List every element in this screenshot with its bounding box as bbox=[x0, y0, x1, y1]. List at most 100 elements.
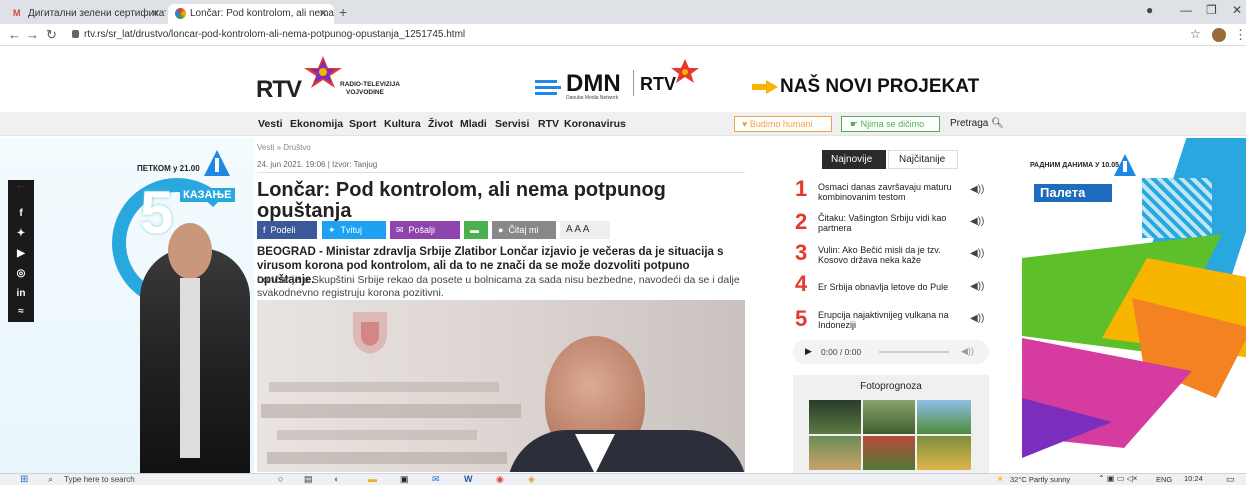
back-arrow-icon[interactable]: ← bbox=[14, 176, 28, 192]
right-banner[interactable]: РАДНИМ ДАНИМА У 10.05 Палета bbox=[1022, 138, 1246, 473]
font-size-control[interactable]: A A A bbox=[560, 221, 610, 239]
linkedin-icon[interactable]: in bbox=[14, 288, 28, 302]
play-icon[interactable]: ▶ bbox=[805, 346, 812, 357]
file-explorer-icon[interactable]: ▬ bbox=[368, 474, 377, 484]
main-nav: Vesti Ekonomija Sport Kultura Život Mlad… bbox=[0, 112, 1246, 136]
news-item-4[interactable]: Er Srbija obnavlja letove do Pule bbox=[818, 282, 958, 292]
app-icon[interactable]: ◈ bbox=[528, 474, 535, 485]
photo-thumb[interactable] bbox=[863, 400, 915, 434]
chrome-icon[interactable]: ◉ bbox=[496, 474, 504, 485]
address-bar: ← → ↻ rtv.rs/sr_lat/drustvo/loncar-pod-k… bbox=[0, 24, 1246, 46]
minimize-button[interactable]: — bbox=[1180, 3, 1192, 17]
nav-mladi[interactable]: Mladi bbox=[460, 118, 487, 130]
article-photo bbox=[257, 300, 745, 472]
url-field[interactable]: rtv.rs/sr_lat/drustvo/loncar-pod-kontrol… bbox=[84, 29, 465, 40]
nav-kultura[interactable]: Kultura bbox=[384, 118, 421, 130]
facebook-share-button[interactable]: f Podeli bbox=[257, 221, 317, 239]
speaker-icon[interactable]: ◀)) bbox=[970, 281, 984, 292]
photo-thumb[interactable] bbox=[809, 400, 861, 434]
rank-number: 4 bbox=[795, 271, 808, 296]
volume-icon[interactable]: ◀)) bbox=[961, 346, 974, 357]
photo-thumb[interactable] bbox=[863, 436, 915, 470]
news-item-1[interactable]: Osmaci danas završavaju maturu kombinova… bbox=[818, 182, 958, 202]
breadcrumb[interactable]: Vesti » Društvo bbox=[257, 143, 311, 152]
audio-progress[interactable] bbox=[879, 351, 949, 353]
mail-icon[interactable]: ✉ bbox=[432, 474, 440, 485]
restore-button[interactable]: ❐ bbox=[1206, 3, 1217, 17]
facebook-icon[interactable]: f bbox=[14, 208, 28, 222]
banner-word: КАЗАЊЕ bbox=[180, 188, 235, 202]
nav-vesti[interactable]: Vesti bbox=[258, 118, 283, 130]
njima-se-dicimo-button[interactable]: ☛ Njima se dičimo bbox=[841, 116, 940, 132]
tab-article[interactable]: Lončar: Pod kontrolom, ali nema p ✕ bbox=[168, 4, 334, 24]
search-icon: ⌕ bbox=[48, 474, 54, 484]
language-indicator[interactable]: ENG bbox=[1156, 475, 1172, 484]
photo-thumb[interactable] bbox=[917, 400, 971, 434]
edge-icon[interactable]: ◐ bbox=[334, 474, 339, 484]
cortana-icon[interactable]: ○ bbox=[278, 474, 283, 484]
speaker-icon[interactable]: ◀)) bbox=[970, 313, 984, 324]
nav-rtv[interactable]: RTV bbox=[538, 118, 559, 130]
facebook-icon: f bbox=[263, 225, 271, 235]
star-icon[interactable]: ☆ bbox=[1190, 27, 1201, 41]
budimo-humani-button[interactable]: ♥ Budimo humani bbox=[734, 116, 832, 132]
nav-ekonomija[interactable]: Ekonomija bbox=[290, 118, 343, 130]
rank-number: 5 bbox=[795, 306, 808, 331]
reload-button[interactable]: ↻ bbox=[46, 27, 57, 43]
speaker-icon[interactable]: ◀)) bbox=[970, 184, 984, 195]
sms-share-button[interactable]: ▬ bbox=[464, 221, 488, 239]
nav-koronavirus[interactable]: Koronavirus bbox=[564, 118, 626, 130]
profile-icon[interactable]: ● bbox=[1146, 3, 1153, 17]
windows-start-icon[interactable]: ⊞ bbox=[20, 474, 28, 485]
word-icon[interactable]: W bbox=[464, 474, 473, 484]
nav-servisi[interactable]: Servisi bbox=[495, 118, 529, 130]
tab-certificate[interactable]: M Дигитални зелени сертификат ✕ bbox=[6, 4, 166, 24]
rtv-logo[interactable]: RTV bbox=[256, 76, 302, 104]
speaker-icon[interactable]: ◀)) bbox=[970, 248, 984, 259]
microphone-icon: ● bbox=[498, 225, 509, 235]
news-item-3[interactable]: Vulin: Ako Bečić misli da je tzv. Kosovo… bbox=[818, 245, 958, 265]
wall-text-line bbox=[267, 452, 507, 464]
nav-zivot[interactable]: Život bbox=[428, 118, 453, 130]
promo-text[interactable]: NAŠ NOVI PROJEKAT bbox=[780, 76, 979, 98]
instagram-icon[interactable]: ◎ bbox=[14, 268, 28, 282]
notification-icon[interactable]: ▭ bbox=[1226, 474, 1235, 485]
taskbar-search[interactable]: Type here to search bbox=[64, 475, 135, 484]
close-tab-icon[interactable]: ✕ bbox=[319, 7, 328, 20]
weather-text[interactable]: 32°C Partly sunny bbox=[1010, 475, 1070, 484]
youtube-icon[interactable]: ▶ bbox=[14, 248, 28, 262]
search-link[interactable]: Pretraga 🔍︎ bbox=[950, 118, 1004, 129]
wall-text-line bbox=[277, 430, 477, 440]
news-item-5[interactable]: Erupcija najaktivnijeg vulkana na Indone… bbox=[818, 310, 958, 330]
tray-icons[interactable]: ⌃ ▣ ▭ ◁× bbox=[1098, 474, 1137, 483]
task-view-icon[interactable]: ▤ bbox=[304, 474, 313, 485]
audio-time: 0:00 / 0:00 bbox=[821, 347, 862, 357]
news-item-2[interactable]: Čitaku: Vašington Srbiju vidi kao partne… bbox=[818, 213, 958, 233]
read-aloud-button[interactable]: ● Čitaj mi bbox=[492, 221, 556, 239]
left-banner[interactable]: ПЕТКОМ у 21.00 5 КАЗАЊЕ bbox=[0, 138, 254, 473]
close-tab-icon[interactable]: ✕ bbox=[151, 7, 160, 20]
menu-icon[interactable]: ⋮ bbox=[1234, 27, 1246, 43]
close-window-button[interactable]: ✕ bbox=[1232, 3, 1242, 17]
host-shirt bbox=[180, 278, 200, 458]
twitter-share-button[interactable]: ✦ Tvituj bbox=[322, 221, 386, 239]
twitter-icon[interactable]: ✦ bbox=[14, 228, 28, 242]
photo-thumb[interactable] bbox=[917, 436, 971, 470]
photo-thumb[interactable] bbox=[809, 436, 861, 470]
speaker-icon[interactable]: ◀)) bbox=[970, 216, 984, 227]
tab-newest[interactable]: Najnovije bbox=[822, 150, 886, 169]
store-icon[interactable]: ▣ bbox=[400, 474, 409, 485]
rtv-subtitle: RADIO-TELEVIZIJA bbox=[340, 81, 400, 88]
forward-button[interactable]: → bbox=[26, 27, 39, 42]
back-button[interactable]: ← bbox=[8, 27, 21, 42]
tab-most-read[interactable]: Najčitanije bbox=[888, 150, 958, 169]
rss-icon[interactable]: ≈ bbox=[14, 306, 28, 320]
weather-icon: ☀ bbox=[996, 474, 1005, 484]
avatar[interactable] bbox=[1212, 28, 1226, 42]
nav-sport[interactable]: Sport bbox=[349, 118, 376, 130]
clock[interactable]: 10:24 bbox=[1184, 474, 1203, 483]
dmn-logo[interactable]: DMN bbox=[566, 70, 621, 98]
dmn-arrow-icon bbox=[535, 80, 561, 95]
new-tab-button[interactable]: + bbox=[339, 4, 347, 20]
email-share-button[interactable]: ✉ Pošalji bbox=[390, 221, 460, 239]
